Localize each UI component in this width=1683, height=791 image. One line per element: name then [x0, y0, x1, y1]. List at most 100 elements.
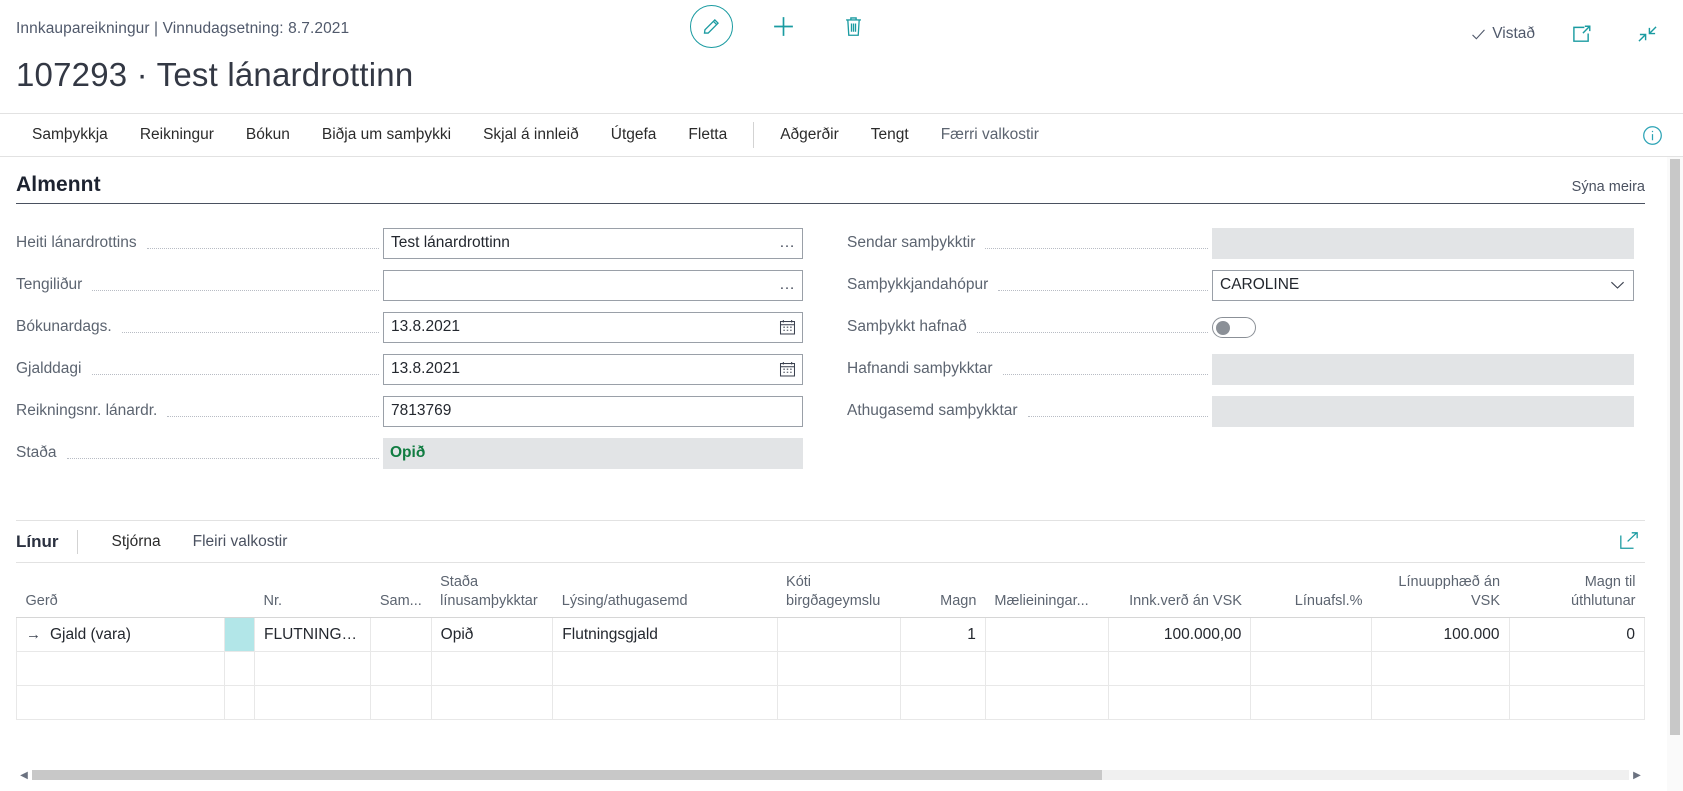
scroll-right-arrow-icon[interactable]: ▶: [1629, 767, 1645, 783]
lines-item-stjorna[interactable]: Stjórna: [96, 533, 177, 551]
column-header-innkverd-an-vsk[interactable]: Innk.verð án VSK: [1108, 563, 1251, 618]
cell-koti-birgdageymslu[interactable]: [777, 652, 901, 686]
cell-sam[interactable]: [371, 618, 431, 652]
cell-innkverd-an-vsk[interactable]: [1108, 686, 1251, 720]
cell-magn-til-uthlutunar[interactable]: [1509, 652, 1644, 686]
table-row[interactable]: [17, 652, 1645, 686]
calendar-icon[interactable]: [779, 361, 796, 378]
ribbon-item-adgerdir[interactable]: Aðgerðir: [764, 114, 855, 156]
cell-stada-linusampykktar[interactable]: Opið: [431, 618, 553, 652]
cell-maelieiningar[interactable]: [985, 618, 1108, 652]
column-header-magn[interactable]: Magn: [901, 563, 986, 618]
cell-koti-birgdageymslu[interactable]: [777, 618, 901, 652]
collapse-button[interactable]: [1627, 14, 1667, 54]
cell-maelieiningar[interactable]: [985, 652, 1108, 686]
cell-lysing-athugasemd[interactable]: [553, 686, 777, 720]
ribbon-item-bokun[interactable]: Bókun: [230, 114, 306, 156]
open-in-new-window-button[interactable]: [1561, 14, 1601, 54]
cell-innkverd-an-vsk[interactable]: 100.000,00: [1108, 618, 1251, 652]
edit-button[interactable]: [690, 5, 733, 48]
sampykkjandahopur-input[interactable]: [1212, 270, 1634, 301]
calendar-icon[interactable]: [779, 319, 796, 336]
cell-lysing-athugasemd[interactable]: Flutningsgjald: [553, 618, 777, 652]
cell-linuupphaed-an-vsk[interactable]: 100.000: [1372, 618, 1510, 652]
chevron-down-icon[interactable]: [1610, 280, 1625, 290]
new-button[interactable]: [763, 7, 803, 47]
cell-magn[interactable]: [901, 652, 986, 686]
cell-linuafsl[interactable]: [1251, 652, 1372, 686]
sampykkt-hafnad-toggle[interactable]: [1212, 317, 1256, 338]
cell-maelieiningar[interactable]: [985, 686, 1108, 720]
ribbon-item-bidja-um-sampykki[interactable]: Biðja um samþykki: [306, 114, 467, 156]
cell-sam[interactable]: [371, 652, 431, 686]
ribbon-item-faerri-valkostir[interactable]: Færri valkostir: [925, 114, 1055, 156]
cell-nr[interactable]: [255, 686, 371, 720]
info-button[interactable]: [1642, 125, 1663, 146]
ribbon-item-fletta[interactable]: Fletta: [672, 114, 743, 156]
column-header-sam[interactable]: Sam...: [371, 563, 431, 618]
scroll-thumb[interactable]: [32, 770, 1102, 780]
column-header-nr[interactable]: Nr.: [255, 563, 371, 618]
cell-linuafsl[interactable]: [1251, 618, 1372, 652]
heiti-lanardrottins-input[interactable]: [383, 228, 803, 259]
cell-selected-marker[interactable]: [225, 652, 255, 686]
open-in-new-window-icon: [1571, 25, 1592, 44]
cell-sam[interactable]: [371, 686, 431, 720]
cell-koti-birgdageymslu[interactable]: [777, 686, 901, 720]
lookup-ellipsis-icon[interactable]: …: [779, 277, 795, 293]
column-header-linuupphaed-an-vsk[interactable]: Línuupphæð án VSK: [1372, 563, 1510, 618]
cell-nr[interactable]: [255, 652, 371, 686]
column-header-maelieiningar[interactable]: Mælieiningar...: [985, 563, 1108, 618]
horizontal-scrollbar[interactable]: ◀ ▶: [16, 767, 1645, 783]
field-control: [383, 312, 803, 343]
delete-button[interactable]: [833, 7, 873, 47]
vertical-scroll-thumb[interactable]: [1670, 159, 1680, 735]
lines-item-fleiri-valkostir[interactable]: Fleiri valkostir: [177, 533, 304, 551]
cell-linuupphaed-an-vsk[interactable]: [1372, 686, 1510, 720]
cell-nr[interactable]: FLUTNINGSGJ...: [255, 618, 371, 652]
cell-gerd[interactable]: [17, 652, 225, 686]
table-row[interactable]: [17, 686, 1645, 720]
column-header-koti-birgdageymslu[interactable]: Kóti birgðageymslu: [777, 563, 901, 618]
scroll-left-arrow-icon[interactable]: ◀: [16, 767, 32, 783]
column-header-gerd[interactable]: Gerð: [17, 563, 225, 618]
cell-magn[interactable]: [901, 686, 986, 720]
expand-grid-button[interactable]: [1619, 531, 1639, 551]
tengilidur-input[interactable]: [383, 270, 803, 301]
vertical-scrollbar[interactable]: [1667, 157, 1683, 791]
cell-linuupphaed-an-vsk[interactable]: [1372, 652, 1510, 686]
bokunardags-input[interactable]: [383, 312, 803, 343]
cell-selected-marker[interactable]: [225, 686, 255, 720]
cell-magn-til-uthlutunar[interactable]: 0: [1509, 618, 1644, 652]
ribbon-item-tengt[interactable]: Tengt: [855, 114, 925, 156]
ribbon-item-skjal-a-innleid[interactable]: Skjal á innleið: [467, 114, 595, 156]
leader-dots: [92, 364, 380, 375]
ribbon-item-reikningur[interactable]: Reikningur: [124, 114, 230, 156]
field-control: [383, 396, 803, 427]
ribbon-item-sampykkja[interactable]: Samþykkja: [16, 114, 124, 156]
cell-stada-linusampykktar[interactable]: [431, 652, 553, 686]
column-header-lysing-athugasemd[interactable]: Lýsing/athugasemd: [553, 563, 777, 618]
cell-linuafsl[interactable]: [1251, 686, 1372, 720]
cell-gerd[interactable]: [17, 686, 225, 720]
column-header-magn-til-uthlutunar[interactable]: Magn til úthlutunar: [1509, 563, 1644, 618]
field-control: [1212, 312, 1634, 343]
show-more-link[interactable]: Sýna meira: [1572, 179, 1645, 195]
field-gjalddagi: Gjalddagi: [16, 348, 803, 390]
gjalddagi-input[interactable]: [383, 354, 803, 385]
cell-stada-linusampykktar[interactable]: [431, 686, 553, 720]
ribbon-item-utgefa[interactable]: Útgefa: [595, 114, 673, 156]
cell-magn[interactable]: 1: [901, 618, 986, 652]
cell-lysing-athugasemd[interactable]: [553, 652, 777, 686]
column-header-linuafsl[interactable]: Línuafsl.%: [1251, 563, 1372, 618]
cell-selected-marker[interactable]: [225, 618, 255, 652]
page-title: 107293 · Test lánardrottinn: [16, 56, 413, 94]
lookup-ellipsis-icon[interactable]: …: [779, 235, 795, 251]
cell-gerd[interactable]: →Gjald (vara): [17, 618, 225, 652]
reikningsnr-lanardr-input[interactable]: [383, 396, 803, 427]
cell-innkverd-an-vsk[interactable]: [1108, 652, 1251, 686]
column-header-stada-linusampykktar[interactable]: Staða línusamþykktar: [431, 563, 553, 618]
table-row[interactable]: →Gjald (vara) FLUTNINGSGJ... Opið Flutni…: [17, 618, 1645, 652]
scroll-track[interactable]: [32, 770, 1629, 780]
cell-magn-til-uthlutunar[interactable]: [1509, 686, 1644, 720]
